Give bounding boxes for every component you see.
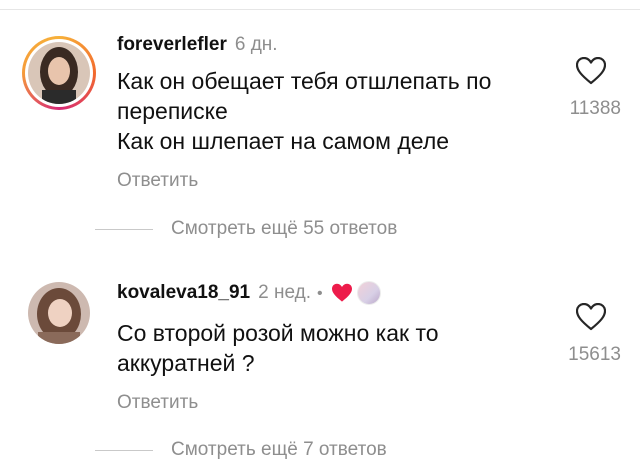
view-replies-label: Смотреть ещё 7 ответов bbox=[171, 439, 387, 460]
comment-line: аккуратней ? bbox=[117, 350, 255, 376]
comment-meta: foreverlefler 6 дн. bbox=[117, 34, 278, 56]
replies-divider bbox=[95, 449, 153, 451]
comment-text: Как он обещает тебя отшлепать по перепис… bbox=[117, 66, 491, 156]
view-replies-label: Смотреть ещё 55 ответов bbox=[171, 218, 398, 239]
view-replies-button[interactable]: Смотреть ещё 7 ответов bbox=[95, 439, 387, 461]
username[interactable]: foreverlefler bbox=[117, 34, 227, 55]
comment-time: 6 дн. bbox=[234, 34, 278, 55]
comment-line: Как он обещает тебя отшлепать по bbox=[117, 68, 492, 94]
heart-filled-icon bbox=[331, 283, 352, 302]
comment-meta: kovaleva18_91 2 нед. • bbox=[117, 281, 381, 305]
reply-button[interactable]: Ответить bbox=[117, 392, 198, 414]
heart-outline-icon[interactable] bbox=[576, 57, 606, 85]
author-avatar-icon bbox=[356, 281, 381, 305]
view-replies-button[interactable]: Смотреть ещё 55 ответов bbox=[95, 218, 397, 240]
comment-time: 2 нед. bbox=[258, 282, 311, 304]
separator-dot: • bbox=[316, 285, 323, 303]
avatar-kovaleva18_91[interactable] bbox=[28, 282, 90, 344]
like-count: 15613 bbox=[568, 344, 621, 365]
comment-line: переписке bbox=[117, 98, 228, 124]
user-photo-icon bbox=[28, 282, 90, 344]
reply-button[interactable]: Ответить bbox=[117, 170, 198, 192]
username[interactable]: kovaleva18_91 bbox=[117, 282, 250, 303]
avatar-foreverlefler[interactable] bbox=[22, 36, 96, 110]
user-photo-icon bbox=[28, 42, 90, 104]
comment-line: Как он шлепает на самом деле bbox=[117, 128, 450, 154]
like-count: 11388 bbox=[569, 98, 621, 119]
heart-outline-icon[interactable] bbox=[576, 303, 606, 331]
comment-line: Со второй розой можно как то bbox=[117, 320, 439, 346]
replies-divider bbox=[95, 228, 153, 230]
comment-text: Со второй розой можно как то аккуратней … bbox=[117, 318, 439, 378]
top-divider bbox=[0, 9, 640, 10]
